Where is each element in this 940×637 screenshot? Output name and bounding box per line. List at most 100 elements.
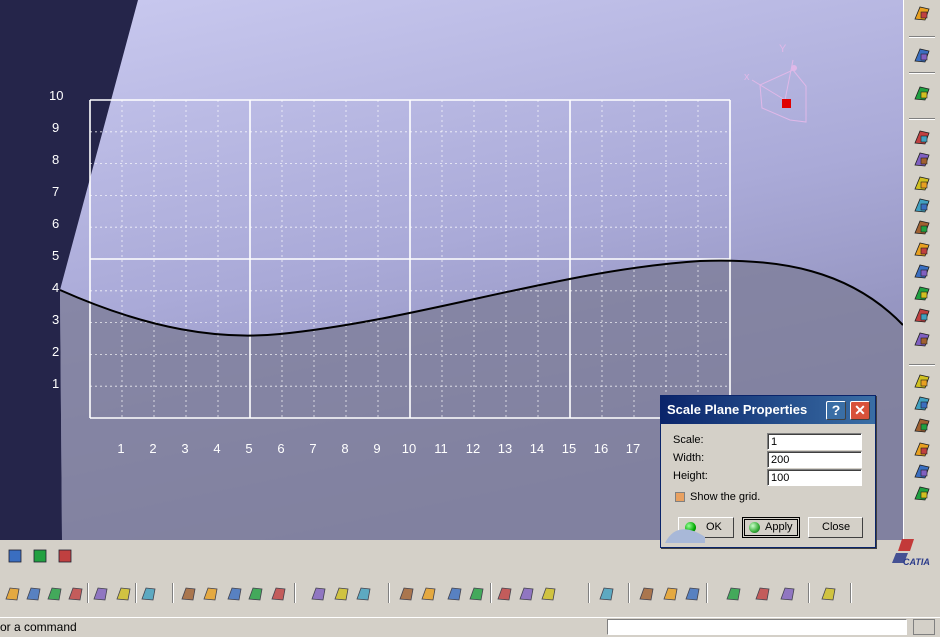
groove-icon[interactable] <box>912 196 932 214</box>
width-label: Width: <box>673 452 705 464</box>
close-button[interactable]: Close <box>808 517 863 538</box>
x-tick-label: 3 <box>181 441 188 456</box>
x-tick-label: 7 <box>309 441 316 456</box>
width-input[interactable] <box>767 451 862 468</box>
toolbar-separator <box>628 583 630 603</box>
y-tick-label: 4 <box>52 280 59 295</box>
y-tick-label: 6 <box>52 216 59 231</box>
thickness-icon[interactable] <box>912 440 932 458</box>
catia-logo-text: CATIA <box>903 557 930 567</box>
render-style-icon[interactable] <box>518 585 536 603</box>
redo-icon[interactable] <box>115 585 133 603</box>
toolbar-separator <box>490 583 492 603</box>
toolbar-separator <box>909 72 935 74</box>
y-tick-label: 5 <box>52 248 59 263</box>
toolbar-separator <box>909 118 935 120</box>
compass-icon[interactable] <box>912 4 932 22</box>
apply-button[interactable]: Apply <box>742 517 800 538</box>
toolbar-separator <box>850 583 852 603</box>
draft-icon[interactable] <box>912 394 932 412</box>
analysis-icon[interactable] <box>779 585 797 603</box>
compass-x-label: x <box>744 71 750 83</box>
shaft-icon[interactable] <box>912 174 932 192</box>
height-label: Height: <box>673 470 708 482</box>
rib-icon[interactable] <box>912 240 932 258</box>
x-tick-label: 5 <box>245 441 252 456</box>
material-icon[interactable] <box>56 547 74 565</box>
extrude-icon[interactable] <box>912 128 932 146</box>
views-icon[interactable] <box>496 585 514 603</box>
x-tick-label: 1 <box>117 441 124 456</box>
part-icon[interactable] <box>684 585 702 603</box>
select-arrow-icon[interactable] <box>912 46 932 64</box>
toolbar-separator <box>87 583 89 603</box>
toolbar-separator <box>135 583 137 603</box>
x-tick-label: 2 <box>149 441 156 456</box>
zoom-out-icon[interactable] <box>446 585 464 603</box>
mirror-icon[interactable] <box>912 462 932 480</box>
scale-input[interactable] <box>767 433 862 450</box>
list-icon[interactable] <box>31 547 49 565</box>
hide-show-icon[interactable] <box>540 585 558 603</box>
hole-icon[interactable] <box>912 218 932 236</box>
x-tick-label: 8 <box>341 441 348 456</box>
height-input[interactable] <box>767 469 862 486</box>
constraint-icon[interactable] <box>6 547 24 565</box>
zoom-in-icon[interactable] <box>398 585 416 603</box>
show-grid-checkbox[interactable] <box>675 492 685 502</box>
command-input[interactable] <box>607 619 907 635</box>
normal-view-icon[interactable] <box>468 585 486 603</box>
toolbar-separator <box>706 583 708 603</box>
undo-icon[interactable] <box>92 585 110 603</box>
chamfer-icon[interactable] <box>912 372 932 390</box>
fly-icon[interactable] <box>310 585 328 603</box>
rotate-icon[interactable] <box>420 585 438 603</box>
design-table-icon[interactable] <box>226 585 244 603</box>
tree-icon[interactable] <box>270 585 288 603</box>
close-button-label: Close <box>822 521 851 533</box>
y-tick-label: 2 <box>52 344 59 359</box>
apply-icon <box>749 522 760 533</box>
x-tick-label: 6 <box>277 441 284 456</box>
dialog-title: Scale Plane Properties <box>667 402 808 417</box>
x-tick-label: 12 <box>466 441 480 456</box>
y-tick-label: 9 <box>52 120 59 135</box>
help-button[interactable]: ? <box>826 401 846 420</box>
check-icon[interactable] <box>820 585 838 603</box>
apply-button-label: Apply <box>765 521 793 533</box>
y-tick-label: 1 <box>52 376 59 391</box>
table-icon[interactable] <box>247 585 265 603</box>
stiffener-icon[interactable] <box>912 284 932 302</box>
apply-material-icon[interactable] <box>725 585 743 603</box>
copy-icon[interactable] <box>46 585 64 603</box>
power-input-icon[interactable] <box>913 619 935 635</box>
x-tick-label: 15 <box>562 441 576 456</box>
slot-icon[interactable] <box>912 262 932 280</box>
pan-icon[interactable] <box>355 585 373 603</box>
comment-icon[interactable] <box>202 585 220 603</box>
swap-icon[interactable] <box>598 585 616 603</box>
formula-icon[interactable] <box>180 585 198 603</box>
measure-icon[interactable] <box>638 585 656 603</box>
x-tick-label: 13 <box>498 441 512 456</box>
knowledge-icon[interactable] <box>754 585 772 603</box>
scale-label: Scale: <box>673 434 704 446</box>
toolbar-separator <box>294 583 296 603</box>
right-toolbar <box>903 0 940 540</box>
y-tick-label: 7 <box>52 184 59 199</box>
close-x-button[interactable]: ✕ <box>850 401 870 420</box>
fillet-icon[interactable] <box>912 330 932 348</box>
dialog-titlebar[interactable]: Scale Plane Properties ? ✕ <box>661 396 875 424</box>
print-icon[interactable] <box>4 585 22 603</box>
fit-all-icon[interactable] <box>333 585 351 603</box>
whats-this-icon[interactable] <box>140 585 158 603</box>
loft-icon[interactable] <box>912 306 932 324</box>
shell-icon[interactable] <box>912 416 932 434</box>
pocket-icon[interactable] <box>912 150 932 168</box>
cut-icon[interactable] <box>25 585 43 603</box>
toolbar-separator <box>909 36 935 38</box>
publish-icon[interactable] <box>662 585 680 603</box>
paste-icon[interactable] <box>67 585 85 603</box>
pattern-icon[interactable] <box>912 484 932 502</box>
sketch-icon[interactable] <box>912 84 932 102</box>
